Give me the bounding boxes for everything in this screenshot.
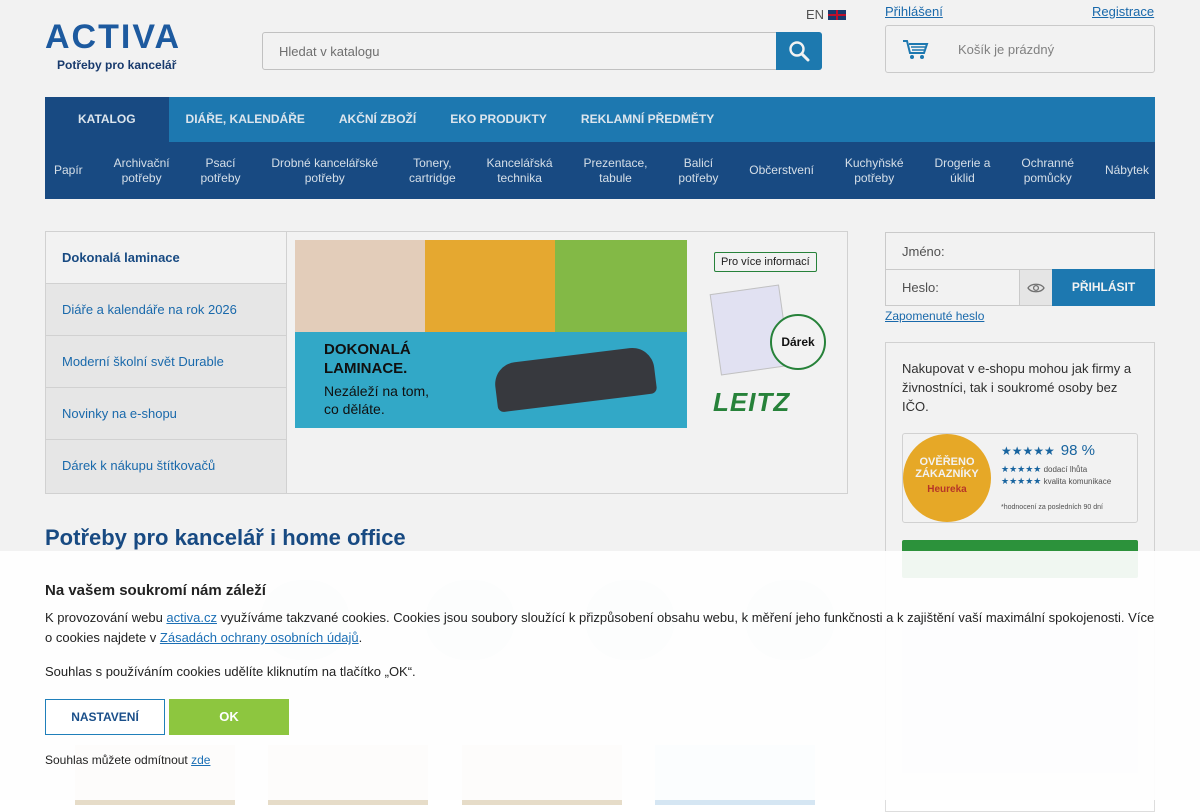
- cookie-text-part: .: [358, 630, 363, 645]
- cookie-banner: Na vašem soukromí nám záleží K provozová…: [0, 551, 1200, 800]
- cookie-consent-text: Souhlas s používáním cookies udělíte kli…: [45, 664, 416, 679]
- cookie-settings-button[interactable]: NASTAVENÍ: [45, 699, 165, 735]
- cookie-ok-button[interactable]: OK: [169, 699, 289, 735]
- cookie-text: K provozování webu activa.cz využíváme t…: [45, 608, 1160, 648]
- privacy-policy-link[interactable]: Zásadách ochrany osobních údajů: [160, 630, 359, 645]
- cookie-text-part: K provozování webu: [45, 610, 167, 625]
- cookie-title: Na vašem soukromí nám záleží: [45, 582, 266, 599]
- cookie-refuse-text: Souhlas můžete odmítnout zde: [45, 753, 210, 767]
- cookie-refuse-link[interactable]: zde: [191, 753, 210, 767]
- activa-link[interactable]: activa.cz: [166, 610, 217, 625]
- refuse-label: Souhlas můžete odmítnout: [45, 753, 192, 767]
